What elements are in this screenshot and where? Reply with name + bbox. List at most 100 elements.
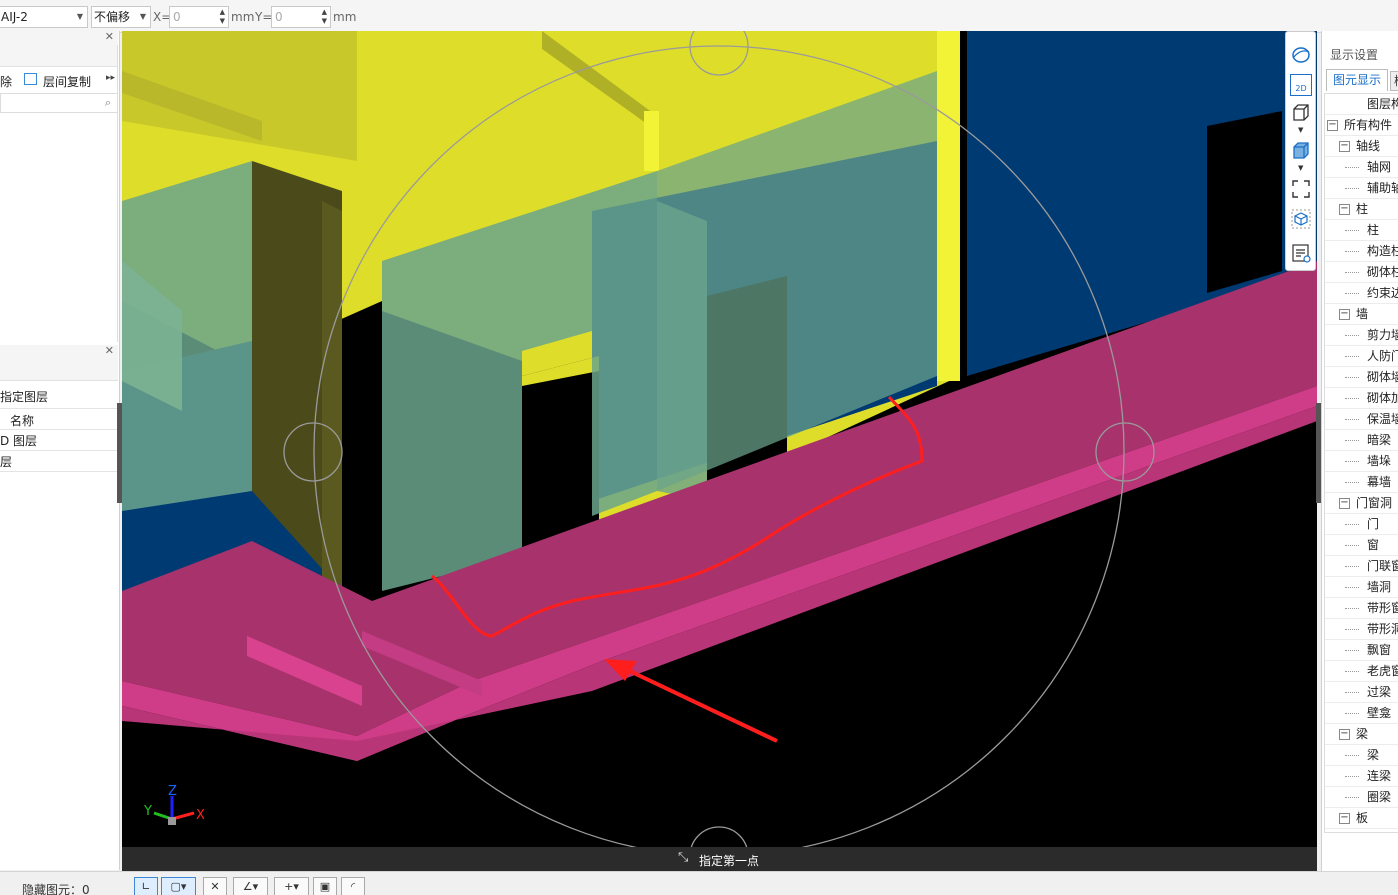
y-input[interactable]: 0 ▲ ▼ — [271, 6, 331, 28]
tree-item[interactable]: − 板 — [1325, 808, 1398, 829]
intersect-snap-button[interactable]: ✕ — [203, 877, 227, 895]
tree-connector — [1345, 356, 1359, 357]
tree-item[interactable]: 图层构 — [1325, 94, 1398, 115]
tree-item[interactable]: 幕墙 — [1325, 472, 1398, 493]
tree-item-label: 窗 — [1367, 538, 1380, 552]
ortho-snap-button[interactable]: ∟ — [134, 877, 158, 895]
tree-item[interactable]: 壁龛 — [1325, 703, 1398, 724]
tree-item[interactable]: 窗 — [1325, 535, 1398, 556]
tree-item[interactable]: 墙洞 — [1325, 577, 1398, 598]
3d-scene[interactable]: Z X Y — [122, 31, 1317, 871]
collapse-icon[interactable]: − — [1339, 204, 1350, 215]
display-list-icon[interactable] — [1290, 242, 1312, 264]
layer-row[interactable]: D 图层 — [0, 432, 37, 449]
tree-item[interactable]: 剪力墙 — [1325, 325, 1398, 346]
isometric-cube-icon[interactable] — [1290, 208, 1312, 230]
layer-row[interactable]: 层 — [0, 453, 12, 470]
assign-layer-button[interactable]: 指定图层 — [0, 388, 48, 405]
tree-item[interactable]: 飘窗 — [1325, 640, 1398, 661]
tree-item[interactable]: 暗梁 — [1325, 430, 1398, 451]
tree-connector — [1345, 230, 1359, 231]
delete-action[interactable]: 除 — [0, 73, 12, 90]
collapse-icon[interactable]: − — [1327, 120, 1338, 131]
tree-item-label: 辅助轴 — [1367, 181, 1398, 195]
x-input-value: 0 — [173, 10, 181, 24]
tree-item[interactable]: 墙垛 — [1325, 451, 1398, 472]
tree-item-label: 门联窗 — [1367, 559, 1398, 573]
collapse-icon[interactable]: − — [1339, 309, 1350, 320]
chevron-down-icon: ▼ — [139, 12, 146, 21]
tree-item[interactable]: − 轴线 — [1325, 136, 1398, 157]
tree-connector — [1345, 482, 1359, 483]
search-input[interactable]: ⌕ — [0, 93, 118, 113]
offset-select[interactable]: 不偏移 ▼ — [91, 6, 151, 28]
tree-item-label: 墙洞 — [1367, 580, 1392, 594]
tree-item[interactable]: 带形洞 — [1325, 619, 1398, 640]
tree-item[interactable]: 辅助轴 — [1325, 178, 1398, 199]
layer-select[interactable]: AIJ-2 ▼ — [0, 6, 88, 28]
close-icon[interactable]: ✕ — [105, 30, 114, 43]
orbit-icon[interactable] — [1290, 44, 1312, 66]
2d-view-icon[interactable]: 2D — [1290, 74, 1312, 96]
3d-box-solid-icon[interactable] — [1290, 140, 1312, 162]
tree-item[interactable]: 圈梁 — [1325, 787, 1398, 808]
tree-item[interactable]: 保温墙 — [1325, 409, 1398, 430]
tree-item[interactable]: 砌体柱 — [1325, 262, 1398, 283]
tree-item[interactable]: 老虎窗 — [1325, 661, 1398, 682]
tree-connector — [1345, 440, 1359, 441]
wall-opening — [337, 301, 382, 621]
spinner-arrows-icon[interactable]: ▲ ▼ — [322, 8, 327, 26]
collapse-icon[interactable]: − — [1339, 729, 1350, 740]
3d-viewport[interactable]: Z X Y ⤡ 指定第一点 — [122, 31, 1317, 871]
divider — [0, 450, 118, 451]
copy-between-floors-button[interactable]: 层间复制 — [43, 73, 91, 90]
tree-item[interactable]: 人防门 — [1325, 346, 1398, 367]
panel-subheader — [0, 45, 118, 67]
x-unit: mm — [231, 10, 255, 24]
spinner-arrows-icon[interactable]: ▲ ▼ — [220, 8, 225, 26]
divider — [0, 408, 118, 409]
tree-item-label: 连梁 — [1367, 769, 1392, 783]
tree-connector — [1345, 188, 1359, 189]
3d-box-icon[interactable] — [1290, 102, 1312, 124]
tree-connector — [1345, 587, 1359, 588]
tree-item[interactable]: 门 — [1325, 514, 1398, 535]
angle-snap-button[interactable]: ∠▾ — [233, 877, 268, 895]
tree-item[interactable]: 梁 — [1325, 745, 1398, 766]
tree-item[interactable]: 门联窗 — [1325, 556, 1398, 577]
tree-item[interactable]: − 门窗洞 — [1325, 493, 1398, 514]
tree-item[interactable]: 约束边 — [1325, 283, 1398, 304]
arc-tool-button[interactable]: ◜ — [341, 877, 365, 895]
panel-title: 显示设置 — [1330, 48, 1379, 62]
tree-item[interactable]: 轴网 — [1325, 157, 1398, 178]
fullscreen-icon[interactable] — [1290, 178, 1312, 200]
collapse-icon[interactable]: − — [1339, 141, 1350, 152]
collapse-icon[interactable]: − — [1339, 498, 1350, 509]
tree-item[interactable]: 连梁 — [1325, 766, 1398, 787]
axis-x-label: X — [196, 808, 205, 823]
tree-item[interactable]: 砌体加 — [1325, 388, 1398, 409]
tree-item[interactable]: − 墙 — [1325, 304, 1398, 325]
close-icon[interactable]: ✕ — [105, 344, 114, 357]
dimension-button[interactable]: +▾ — [274, 877, 309, 895]
tree-item[interactable]: 过梁 — [1325, 682, 1398, 703]
dynamic-input-button[interactable]: ▣ — [313, 877, 337, 895]
tree-item[interactable]: 构造柱 — [1325, 241, 1398, 262]
more-icon[interactable]: ▸▸ — [106, 73, 115, 83]
object-snap-button[interactable]: ▢▾ — [161, 877, 196, 895]
tree-item[interactable]: − 梁 — [1325, 724, 1398, 745]
tab-element-display[interactable]: 图元显示 — [1326, 69, 1388, 91]
tree-item[interactable]: 柱 — [1325, 220, 1398, 241]
tree-item[interactable]: − 柱 — [1325, 199, 1398, 220]
tree-item[interactable]: 带形窗 — [1325, 598, 1398, 619]
chevron-down-icon[interactable]: ▼ — [1298, 126, 1303, 134]
chevron-down-icon[interactable]: ▼ — [1298, 164, 1303, 172]
tab-floor-display[interactable]: 楼 — [1390, 71, 1398, 91]
tree-item[interactable]: − 所有构件 — [1325, 115, 1398, 136]
left-panel: ✕ 除 层间复制 ▸▸ ⌕ ✕ 指定图层 名称 D 图层 层 — [0, 30, 120, 870]
axis-gizmo: Z X Y — [143, 784, 205, 825]
collapse-icon[interactable]: − — [1339, 813, 1350, 824]
x-input[interactable]: 0 ▲ ▼ — [169, 6, 229, 28]
command-prompt-bar: ⤡ 指定第一点 — [122, 847, 1317, 871]
tree-item[interactable]: 砌体墙 — [1325, 367, 1398, 388]
